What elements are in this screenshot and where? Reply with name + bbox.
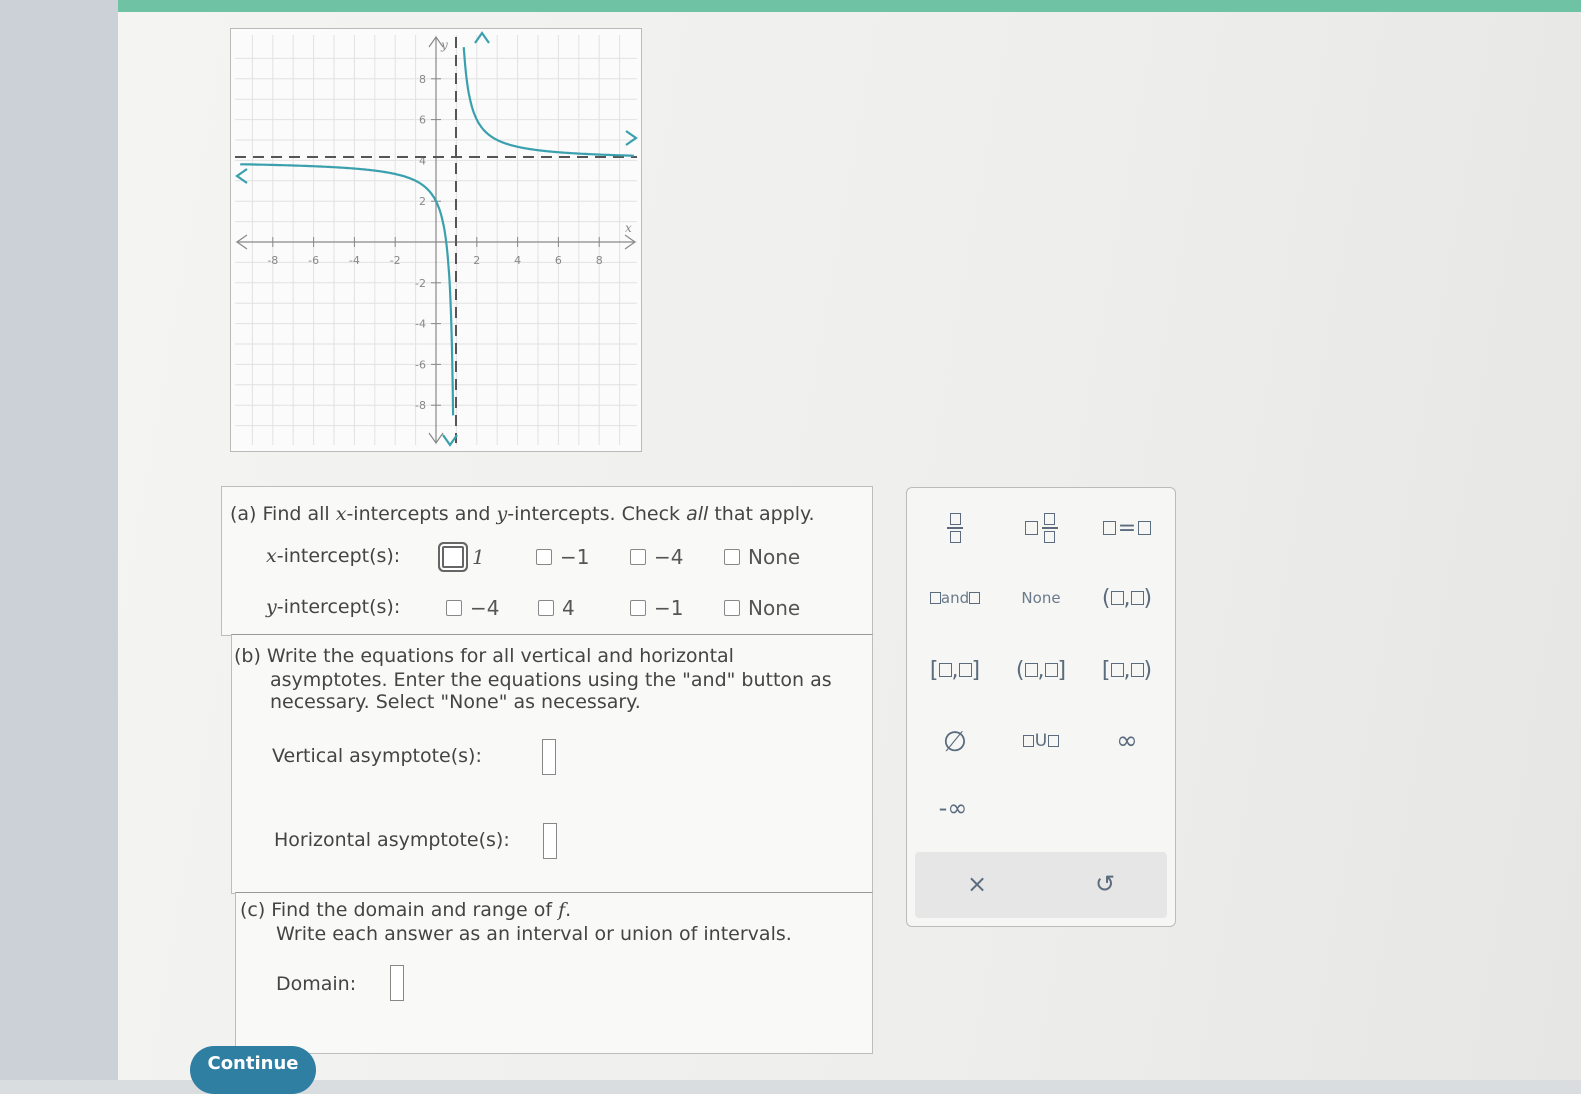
- x-tick-label: 8: [596, 254, 603, 267]
- x-tick-label: -4: [349, 254, 360, 267]
- graph-panel: -8 -6 -4 -2 2 4 6 8 8 6 2 -2 -4 -6 -8 4 x y: [230, 28, 642, 452]
- checkbox[interactable]: [536, 549, 552, 565]
- part-a-panel: (a) Find all x-intercepts and y-intercep…: [221, 486, 873, 636]
- y-tick-label: 6: [419, 114, 426, 127]
- x-axis-label: x: [625, 221, 632, 235]
- y-tick-label: -4: [415, 318, 426, 331]
- curve-arrow-down: [442, 434, 458, 447]
- part-c-prompt-line2: Write each answer as an interval or unio…: [276, 923, 792, 945]
- x-tick-label: -2: [390, 254, 401, 267]
- open-interval-button[interactable]: (,): [1087, 578, 1167, 618]
- equals-button[interactable]: =: [1087, 508, 1167, 548]
- undo-button[interactable]: ↺: [1065, 864, 1145, 904]
- negative-infinity-button[interactable]: -∞: [913, 788, 993, 828]
- y-intercept-option-neg4[interactable]: −4: [446, 596, 499, 620]
- checkbox[interactable]: [538, 600, 554, 616]
- x-tick-label: 2: [473, 254, 480, 267]
- x-tick-label: 4: [514, 254, 521, 267]
- y-tick-label: -2: [415, 277, 426, 290]
- part-b-prompt-line2: asymptotes. Enter the equations using th…: [270, 669, 832, 691]
- y-axis-label: y: [440, 38, 448, 52]
- x-intercept-label: x-intercept(s):: [266, 545, 401, 567]
- continue-button[interactable]: Continue: [190, 1046, 316, 1094]
- part-c-panel: (c) Find the domain and range of f. Writ…: [235, 892, 873, 1054]
- y-intercept-label: y-intercept(s):: [266, 596, 401, 618]
- checkbox[interactable]: [724, 549, 740, 565]
- domain-label: Domain:: [276, 973, 357, 995]
- y-intercept-option-neg1[interactable]: −1: [630, 596, 683, 620]
- part-b-prompt-line3: necessary. Select "None" as necessary.: [270, 691, 641, 713]
- checkbox[interactable]: [630, 600, 646, 616]
- y-intercept-option-none[interactable]: None: [724, 596, 800, 620]
- x-intercept-option-neg4[interactable]: −4: [630, 545, 683, 569]
- fraction-button[interactable]: [915, 508, 995, 548]
- domain-input[interactable]: [390, 965, 404, 1001]
- y-tick-label: -8: [415, 399, 426, 412]
- curve-right-branch: [462, 47, 634, 157]
- union-button[interactable]: U: [1001, 721, 1081, 761]
- vertical-asymptote-input[interactable]: [542, 739, 556, 775]
- left-margin: [0, 0, 118, 1080]
- keypad-action-bar: × ↺: [915, 852, 1167, 918]
- part-c-prompt-line1: (c) Find the domain and range of f.: [240, 899, 572, 921]
- checkbox[interactable]: [630, 549, 646, 565]
- y-axis: [428, 35, 444, 445]
- y-tick-label: 2: [419, 195, 426, 208]
- x-tick-label: -6: [308, 254, 319, 267]
- vertical-asymptote-label: Vertical asymptote(s):: [272, 745, 482, 767]
- checkbox[interactable]: [442, 546, 464, 568]
- none-button[interactable]: None: [1001, 578, 1081, 618]
- y-tick-label: 8: [419, 73, 426, 86]
- clear-button[interactable]: ×: [937, 864, 1017, 904]
- checkbox[interactable]: [446, 600, 462, 616]
- part-b-prompt-line1: (b) Write the equations for all vertical…: [234, 645, 734, 667]
- function-graph: -8 -6 -4 -2 2 4 6 8862-2-4-6-84 x y: [235, 31, 638, 447]
- x-intercept-option-none[interactable]: None: [724, 545, 800, 569]
- x-tick-label: -8: [267, 254, 278, 267]
- y-tick-label: -6: [415, 358, 426, 371]
- horizontal-asymptote-label: Horizontal asymptote(s):: [274, 829, 510, 851]
- empty-set-button[interactable]: ∅: [915, 721, 995, 761]
- horizontal-asymptote-input[interactable]: [543, 823, 557, 859]
- checkbox[interactable]: [724, 600, 740, 616]
- math-keypad: = and None (,) [,] (,] [,) ∅ U ∞ -∞ × ↺: [906, 487, 1176, 927]
- y-intercept-option-4[interactable]: 4: [538, 596, 575, 620]
- x-intercept-option-neg1[interactable]: −1: [536, 545, 589, 569]
- part-b-panel: (b) Write the equations for all vertical…: [231, 634, 873, 894]
- header-bar: [118, 0, 1581, 12]
- x-intercept-option-1[interactable]: 1: [442, 545, 485, 569]
- mixed-number-button[interactable]: [1001, 508, 1081, 548]
- closed-interval-button[interactable]: [,]: [915, 650, 995, 690]
- infinity-button[interactable]: ∞: [1087, 721, 1167, 761]
- right-open-interval-button[interactable]: [,): [1087, 650, 1167, 690]
- part-a-prompt: (a) Find all x-intercepts and y-intercep…: [230, 503, 815, 525]
- x-tick-label: 6: [555, 254, 562, 267]
- curve-arrow-right: [625, 130, 638, 146]
- and-button[interactable]: and: [915, 578, 995, 618]
- left-open-interval-button[interactable]: (,]: [1001, 650, 1081, 690]
